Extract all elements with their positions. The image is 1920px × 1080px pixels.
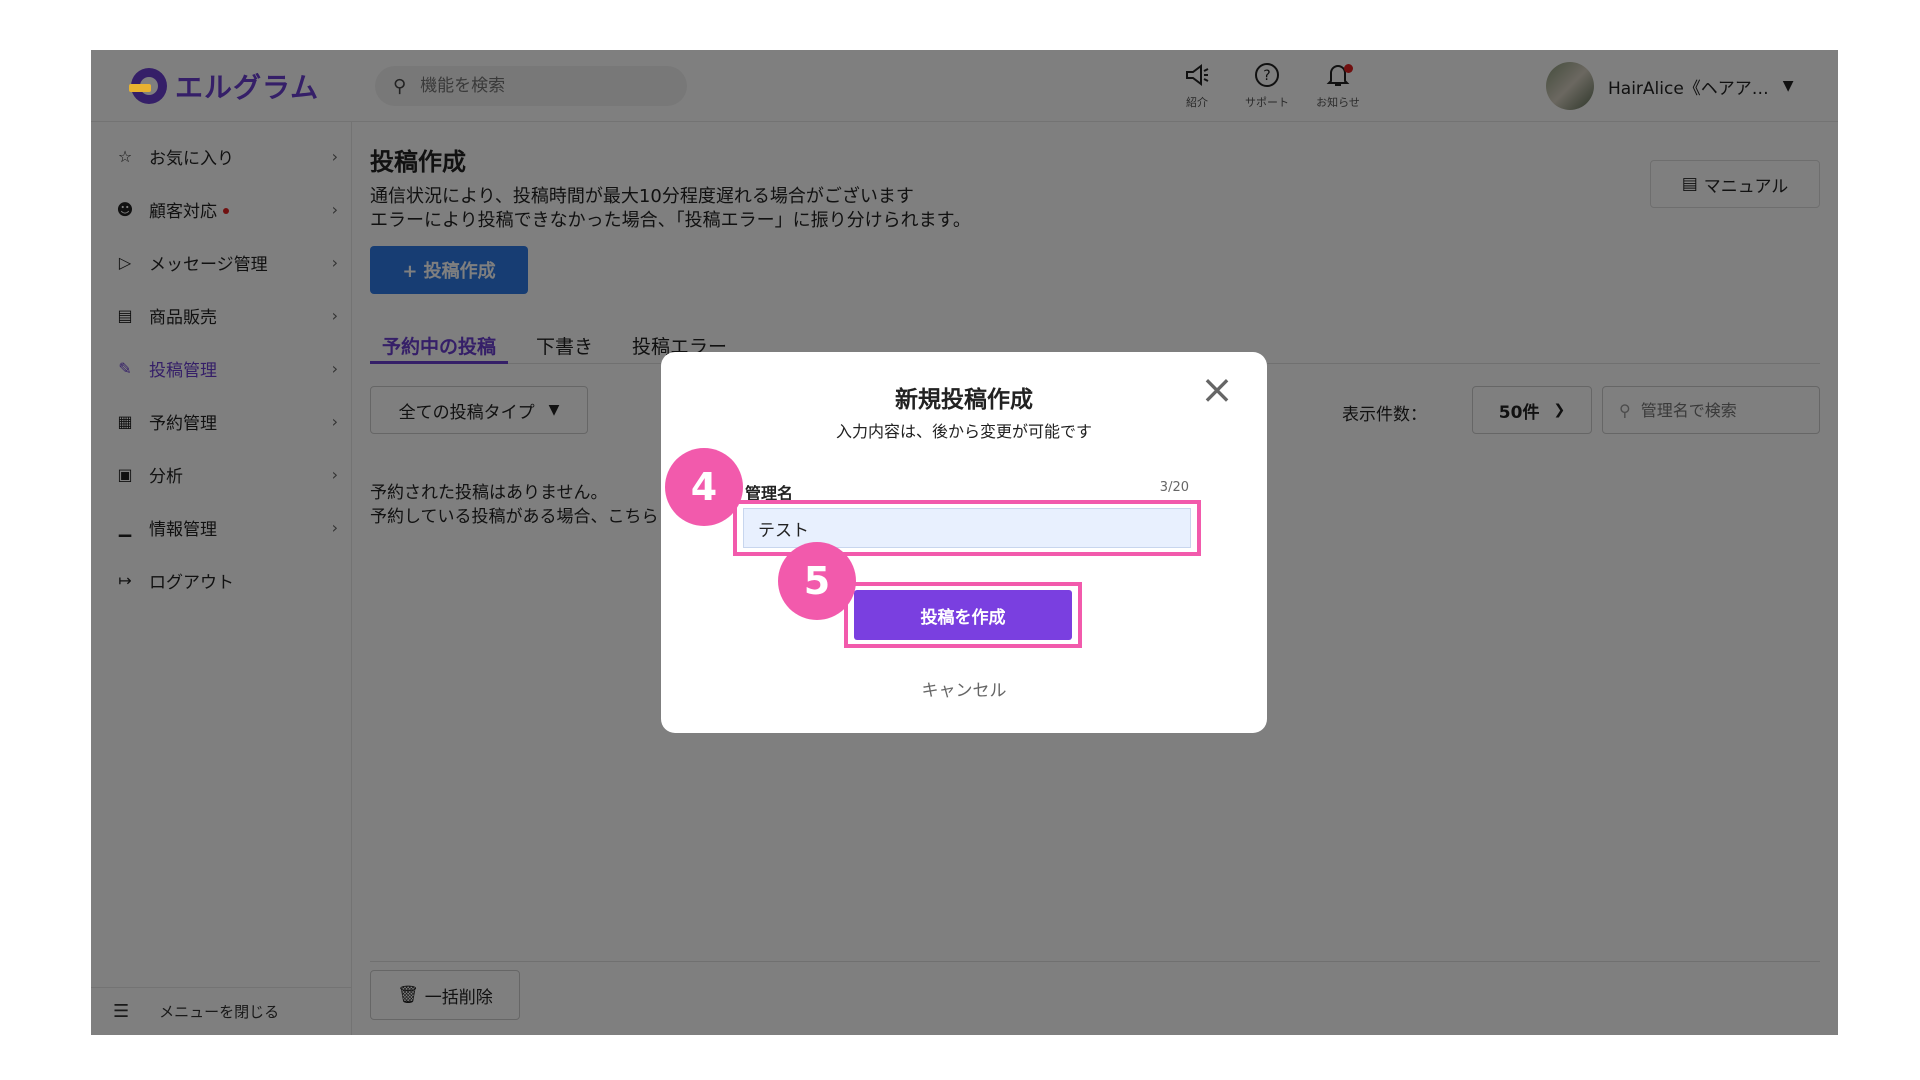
- modal-title: 新規投稿作成: [895, 387, 1033, 413]
- cancel-link[interactable]: キャンセル: [661, 676, 1267, 701]
- close-icon[interactable]: ×: [1195, 370, 1239, 414]
- step-badge: 4: [665, 448, 743, 526]
- step-badge: 5: [778, 542, 856, 620]
- new-post-modal: 新規投稿作成 入力内容は、後から変更が可能です × 管理名 3/20 投稿を作成…: [661, 352, 1267, 733]
- create-post-submit-button[interactable]: 投稿を作成: [854, 590, 1072, 640]
- modal-subtitle: 入力内容は、後から変更が可能です: [835, 422, 1092, 441]
- char-count: 3/20: [1159, 480, 1189, 495]
